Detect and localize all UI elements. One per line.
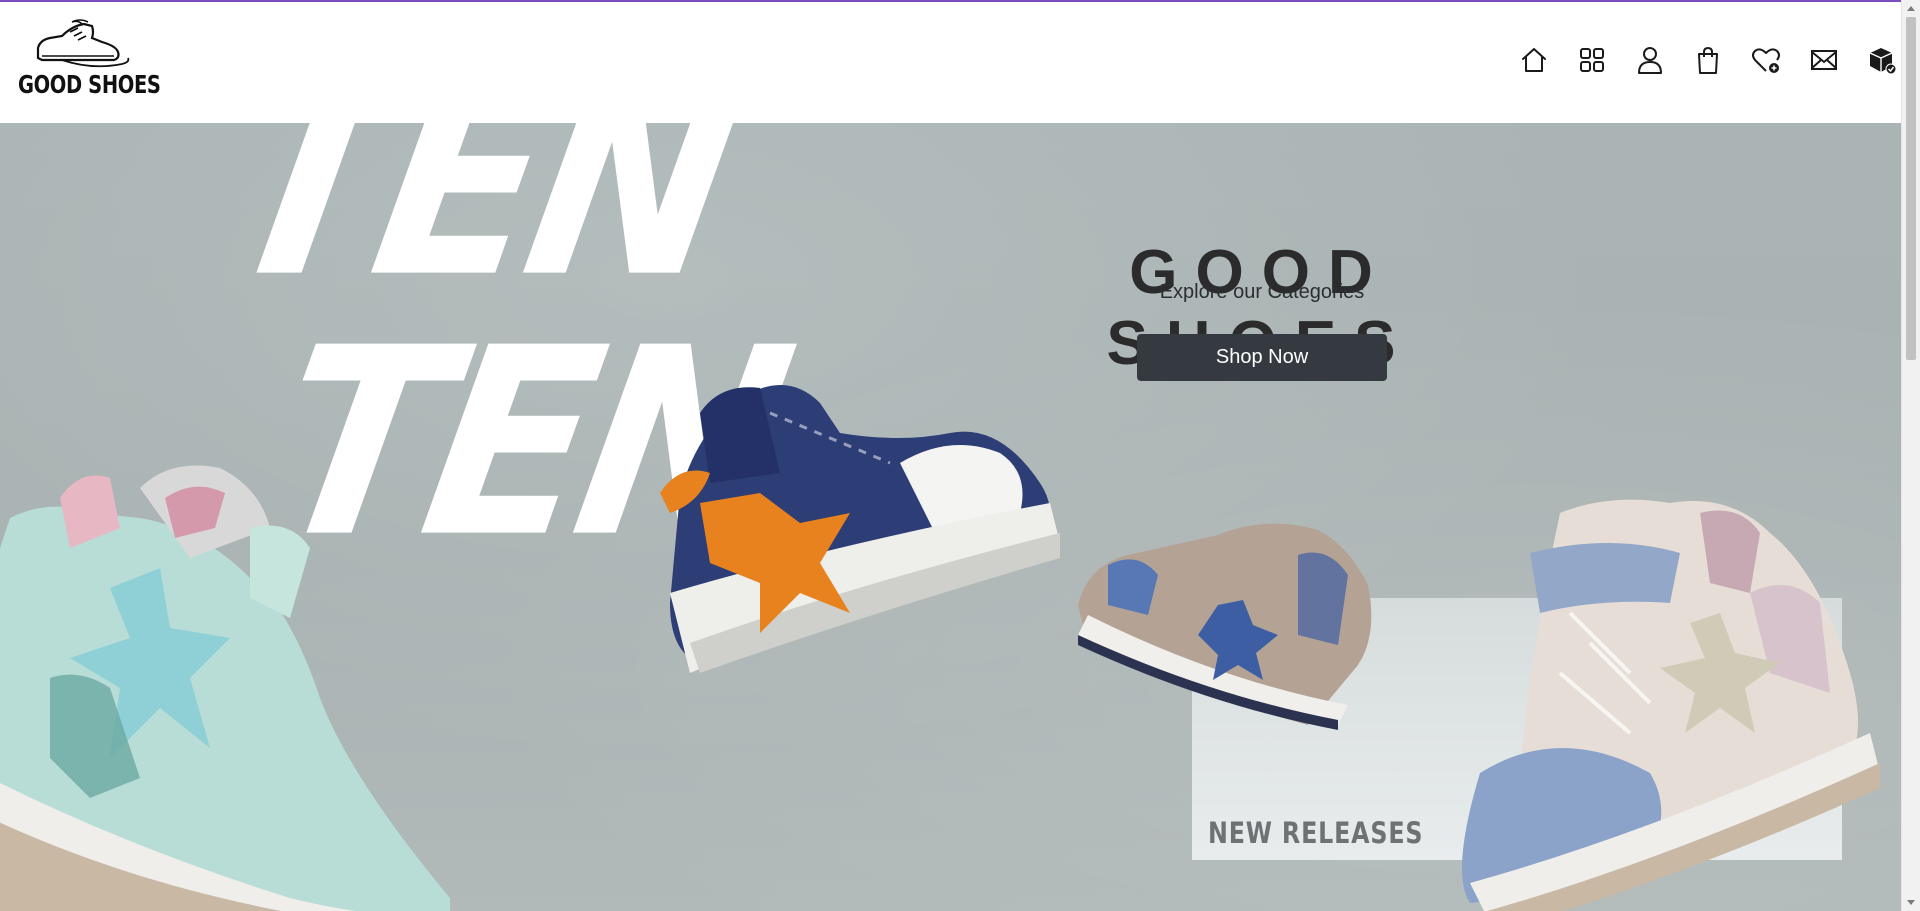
- hero-banner: TEN TEN NEW RELEASES GOOD Explore our Ca…: [0, 123, 1902, 911]
- mail-icon[interactable]: [1804, 40, 1844, 80]
- wishlist-heart-icon[interactable]: [1746, 40, 1786, 80]
- scroll-thumb[interactable]: [1906, 17, 1916, 360]
- shop-now-button[interactable]: Shop Now: [1137, 334, 1387, 381]
- sneaker-logo-icon: [36, 19, 130, 68]
- mint-sneaker-image: [0, 465, 450, 911]
- logo-text: GOOD SHOES: [18, 70, 161, 99]
- hero-subtitle: Explore our Categories: [1159, 281, 1365, 303]
- navy-orange-sneaker-image: [660, 385, 1060, 673]
- page-scrollbar[interactable]: [1901, 0, 1920, 911]
- categories-grid-icon[interactable]: [1572, 40, 1612, 80]
- user-account-icon[interactable]: [1630, 40, 1670, 80]
- shopping-bag-icon[interactable]: [1688, 40, 1728, 80]
- tan-blue-sneaker-image: [1078, 523, 1372, 730]
- hero-background-text: TEN: [203, 123, 750, 335]
- brand-logo[interactable]: GOOD SHOES: [18, 18, 161, 100]
- scroll-down-icon[interactable]: [1907, 900, 1915, 905]
- home-icon[interactable]: [1514, 40, 1554, 80]
- blue-pink-sneaker-image: [1462, 499, 1880, 911]
- site-header: GOOD SHOES: [0, 2, 1902, 123]
- scroll-up-icon[interactable]: [1907, 6, 1915, 11]
- header-nav: [1496, 40, 1902, 80]
- orders-box-icon[interactable]: [1862, 40, 1902, 80]
- promo-label: NEW RELEASES: [1208, 816, 1424, 850]
